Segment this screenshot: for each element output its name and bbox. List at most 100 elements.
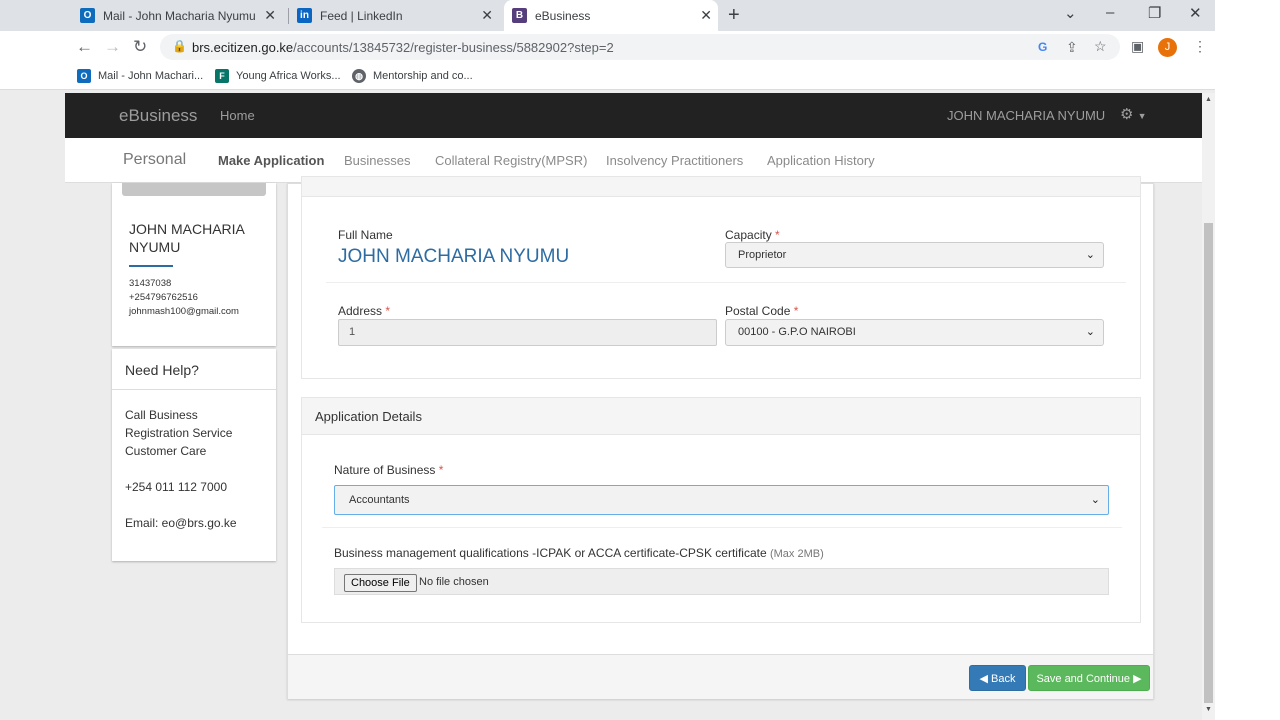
no-file-text: No file chosen: [419, 576, 489, 588]
address-field[interactable]: 1: [338, 319, 717, 346]
capacity-select[interactable]: Proprietor ⌄: [725, 242, 1104, 268]
chevron-down-icon: ⌄: [1085, 326, 1095, 338]
profile-photo: [122, 183, 266, 196]
window-close-icon[interactable]: ✕: [1189, 4, 1202, 22]
bookmark-label: Mail - John Machari...: [98, 70, 204, 82]
tab-title: Feed | LinkedIn: [320, 8, 403, 23]
share-icon[interactable]: ⇪: [1066, 39, 1078, 56]
tab-ebusiness[interactable]: B eBusiness ✕: [504, 0, 718, 31]
bookmark-mentorship[interactable]: ◍ Mentorship and co...: [352, 69, 473, 83]
forward-arrow-icon[interactable]: →: [104, 37, 121, 57]
application-details-section: Application Details Nature of Business *…: [301, 397, 1141, 623]
new-tab-button[interactable]: +: [728, 4, 740, 27]
close-icon[interactable]: ✕: [481, 7, 493, 24]
tab-separator: [288, 8, 289, 24]
tab-strip: O Mail - John Macharia Nyumu - O ✕ in Fe…: [0, 0, 1215, 31]
tab-mail[interactable]: O Mail - John Macharia Nyumu - O ✕: [80, 0, 282, 31]
bookmark-label: Mentorship and co...: [373, 70, 473, 82]
save-and-continue-button[interactable]: Save and Continue ▶: [1028, 665, 1150, 691]
help-phone: +254 011 112 7000: [125, 480, 227, 494]
help-line: Registration Service: [125, 426, 233, 440]
url-text: brs.ecitizen.go.ke/accounts/13845732/reg…: [192, 40, 614, 55]
back-button[interactable]: ◀ Back: [969, 665, 1026, 691]
top-navbar: eBusiness Home JOHN MACHARIA NYUMU ⚙ ▼: [65, 93, 1202, 138]
lock-icon: 🔒: [172, 39, 187, 53]
nature-of-business-value: Accountants: [349, 494, 410, 506]
menu-dots-icon[interactable]: ⋮: [1193, 38, 1207, 55]
subnav-application-history[interactable]: Application History: [767, 153, 875, 168]
browser-window: O Mail - John Macharia Nyumu - O ✕ in Fe…: [0, 0, 1215, 720]
nature-of-business-select[interactable]: Accountants ⌄: [334, 485, 1109, 515]
bookmark-label: Young Africa Works...: [236, 70, 341, 82]
chevron-down-icon: ⌄: [1085, 249, 1095, 261]
arrow-left-circle-icon: ◀: [979, 673, 988, 685]
scrollbar-thumb[interactable]: [1204, 223, 1213, 703]
web-page: eBusiness Home JOHN MACHARIA NYUMU ⚙ ▼ P…: [65, 93, 1202, 720]
full-name-value: JOHN MACHARIA NYUMU: [338, 246, 570, 267]
home-link[interactable]: Home: [220, 108, 255, 123]
subnav-personal[interactable]: Personal: [123, 151, 186, 169]
linkedin-icon: in: [297, 8, 312, 23]
capacity-value: Proprietor: [738, 249, 787, 261]
subnav-make-application[interactable]: Make Application: [218, 153, 324, 168]
bookmark-young-africa[interactable]: F Young Africa Works...: [215, 69, 341, 83]
section-header: Application Details: [302, 398, 1140, 435]
caret-down-icon: ▼: [1137, 111, 1147, 121]
forms-icon: F: [215, 69, 229, 83]
form-footer: ◀ Back Save and Continue ▶: [288, 654, 1153, 699]
qualifications-label: Business management qualifications -ICPA…: [334, 546, 824, 560]
brand-link[interactable]: eBusiness: [119, 106, 197, 126]
bookmark-mail[interactable]: O Mail - John Machari...: [77, 69, 203, 83]
applicant-section: Full Name JOHN MACHARIA NYUMU Capacity *…: [301, 176, 1141, 379]
google-icon[interactable]: G: [1038, 40, 1047, 54]
capacity-label: Capacity *: [725, 228, 780, 242]
desktop-background: [1215, 0, 1280, 720]
restore-icon[interactable]: ❐: [1148, 4, 1161, 22]
choose-file-button[interactable]: Choose File: [344, 574, 417, 592]
divider: [322, 527, 1122, 528]
star-icon[interactable]: ☆: [1094, 38, 1107, 55]
qualifications-file-input[interactable]: Choose File No file chosen: [334, 568, 1109, 595]
postal-code-value: 00100 - G.P.O NAIROBI: [738, 326, 856, 338]
chevron-down-icon: ⌄: [1090, 494, 1100, 506]
profile-id-number: 31437038: [129, 278, 172, 289]
tab-search-icon[interactable]: ⌄: [1064, 4, 1077, 22]
profile-email: johnmash100@gmail.com: [129, 306, 239, 317]
reload-icon[interactable]: ↻: [133, 37, 147, 57]
section-title: Application Details: [315, 409, 422, 424]
profile-phone: +254796762516: [129, 292, 198, 303]
main-panel: Full Name JOHN MACHARIA NYUMU Capacity *…: [287, 176, 1154, 699]
scroll-down-icon[interactable]: ▼: [1205, 706, 1212, 713]
gear-icon[interactable]: ⚙ ▼: [1120, 105, 1147, 123]
bookmarks-bar: O Mail - John Machari... F Young Africa …: [0, 63, 1215, 90]
scroll-up-icon[interactable]: ▲: [1205, 96, 1212, 103]
section-header: [302, 177, 1140, 197]
minimize-icon[interactable]: –: [1106, 4, 1114, 21]
postal-code-select[interactable]: 00100 - G.P.O NAIROBI ⌄: [725, 319, 1104, 346]
globe-icon: ◍: [352, 69, 366, 83]
back-arrow-icon[interactable]: ←: [76, 37, 93, 57]
divider: [129, 265, 173, 267]
outlook-icon: O: [80, 8, 95, 23]
user-name[interactable]: JOHN MACHARIA NYUMU: [947, 108, 1105, 123]
subnav-insolvency-practitioners[interactable]: Insolvency Practitioners: [606, 153, 743, 168]
close-icon[interactable]: ✕: [264, 7, 276, 24]
postal-code-label: Postal Code *: [725, 304, 799, 318]
address-label: Address *: [338, 304, 391, 318]
subnav-businesses[interactable]: Businesses: [344, 153, 410, 168]
side-panel-icon[interactable]: ▣: [1131, 38, 1144, 55]
help-line: Customer Care: [125, 444, 207, 458]
close-icon[interactable]: ✕: [700, 7, 712, 24]
divider: [112, 389, 276, 390]
tab-title: Mail - John Macharia Nyumu - O: [103, 8, 258, 23]
profile-name: JOHN MACHARIA NYUMU: [129, 221, 245, 255]
outlook-icon: O: [77, 69, 91, 83]
help-line: Call Business: [125, 408, 198, 422]
subnav-collateral-registry[interactable]: Collateral Registry(MPSR): [435, 153, 587, 168]
profile-avatar[interactable]: J: [1158, 38, 1177, 57]
tab-linkedin[interactable]: in Feed | LinkedIn ✕: [297, 0, 499, 31]
arrow-right-circle-icon: ▶: [1133, 673, 1142, 685]
nature-of-business-label: Nature of Business *: [334, 463, 444, 477]
browser-toolbar: ← → ↻ 🔒 brs.ecitizen.go.ke/accounts/1384…: [0, 31, 1215, 63]
address-bar[interactable]: 🔒 brs.ecitizen.go.ke/accounts/13845732/r…: [160, 34, 1120, 60]
